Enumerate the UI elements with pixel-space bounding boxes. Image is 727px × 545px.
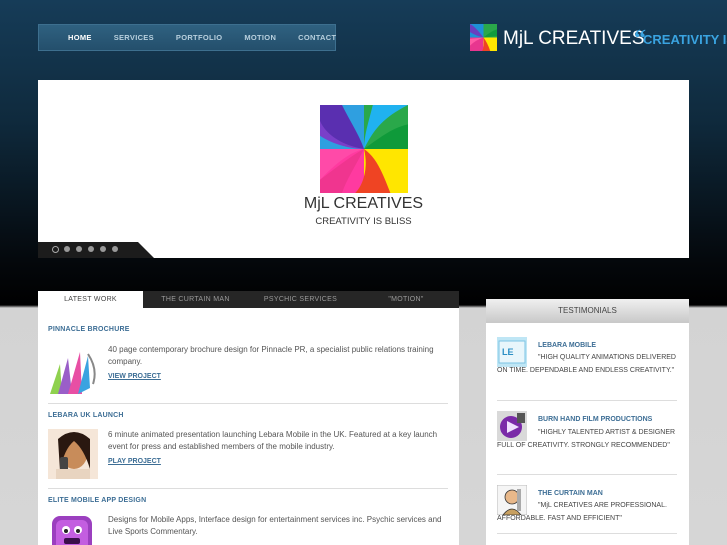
testimonials-panel: LE LEBARA MOBILE "HIGH QUALITY ANIMATION… [486,299,689,545]
tab-curtain-man[interactable]: THE CURTAIN MAN [143,291,248,308]
testimonial-author: LEBARA MOBILE [538,342,597,349]
project-title[interactable]: PINNACLE BROCHURE [48,326,130,333]
tab-motion[interactable]: "MOTION" [353,291,459,308]
work-tabs: LATEST WORK THE CURTAIN MAN PSYCHIC SERV… [38,291,459,308]
header-tagline: CREATIVITY IS B [643,32,727,47]
main-nav: HOME SERVICES PORTFOLIO MOTION CONTACT [38,24,336,51]
lebara-launch-thumbnail[interactable] [48,429,98,479]
slider-dot[interactable] [88,246,94,252]
nav-home[interactable]: HOME [68,33,92,42]
project-description: 6 minute animated presentation launching… [108,430,438,451]
pinnacle-brochure-thumbnail[interactable] [48,344,98,394]
banner-brand: MjL CREATIVES [303,195,424,212]
nav-contact[interactable]: CONTACT [298,33,336,42]
slider-dot[interactable] [76,246,82,252]
header-brand: MjL CREATIVES [503,28,645,49]
hero-banner: MjL CREATIVES CREATIVITY IS BLISS [38,80,689,258]
divider [497,474,677,475]
testimonials-heading: TESTIMONIALS [558,306,617,315]
divider [497,400,677,401]
testimonial-quote: "HIGHLY TALENTED ARTIST & DESIGNER FULL … [497,429,676,449]
slider-dot[interactable] [112,246,118,252]
banner-logo-icon [320,105,408,193]
testimonial-quote: "HIGH QUALITY ANIMATIONS DELIVERED ON TI… [497,354,676,374]
nav-portfolio[interactable]: PORTFOLIO [176,33,222,42]
tab-psychic-services[interactable]: PSYCHIC SERVICES [248,291,353,308]
project-title[interactable]: ELITE MOBILE APP DESIGN [48,497,146,504]
nav-motion[interactable]: MOTION [244,33,276,42]
view-project-link[interactable]: VIEW PROJECT [108,373,161,380]
slider-dot[interactable] [100,246,106,252]
divider [48,488,448,489]
testimonial-quote: "MjL CREATIVES ARE PROFESSIONAL. AFFORDA… [497,502,667,522]
play-project-link[interactable]: PLAY PROJECT [108,458,161,465]
testimonial-author: THE CURTAIN MAN [538,490,603,497]
testimonial-author: BURN HAND FILM PRODUCTIONS [538,416,653,423]
slider-dot[interactable] [64,246,70,252]
slider-pager-corner [138,242,154,258]
elite-mobile-app-thumbnail[interactable] [48,514,98,545]
project-description: 40 page contemporary brochure design for… [108,345,434,366]
divider [497,533,677,534]
tab-latest-work[interactable]: LATEST WORK [38,291,143,308]
slider-dot[interactable] [52,246,59,253]
nav-services[interactable]: SERVICES [114,33,154,42]
banner-tagline: CREATIVITY IS BLISS [315,216,412,227]
logo-icon[interactable] [470,24,497,51]
divider [48,403,448,404]
project-description: Designs for Mobile Apps, Interface desig… [108,515,442,536]
latest-work-panel: PINNACLE BROCHURE 40 page contemporary b… [38,308,459,545]
project-title[interactable]: LEBARA UK LAUNCH [48,412,124,419]
